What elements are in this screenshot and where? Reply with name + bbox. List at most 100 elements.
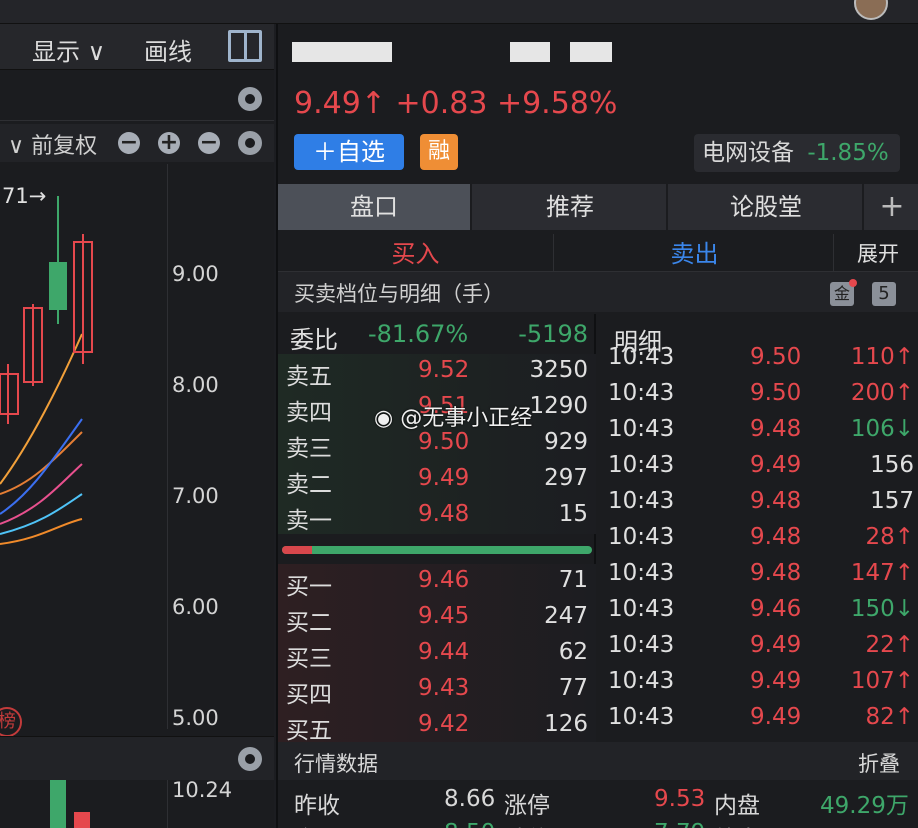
trade-volume: 106↓: [850, 416, 914, 442]
price-line: 9.49↑ +0.83 +9.58%: [294, 86, 618, 121]
buy-level-row[interactable]: 买五 9.42 126: [278, 708, 596, 744]
tab-add[interactable]: +: [866, 184, 918, 230]
gold-icon[interactable]: 金: [830, 279, 857, 306]
fold-button[interactable]: 折叠: [858, 748, 900, 778]
trade-price: 9.50: [750, 344, 802, 370]
buy-price: 9.42: [418, 711, 470, 737]
sell-price: 9.49: [418, 465, 470, 491]
trade-price: 9.48: [750, 524, 802, 550]
buy-label: 买四: [286, 682, 332, 708]
tab-pankou[interactable]: 盘口: [278, 184, 472, 230]
draw-line-menu[interactable]: 画线: [144, 32, 192, 67]
market-data-title: 行情数据: [294, 752, 378, 776]
buy-level-row[interactable]: 买二 9.45 247: [278, 600, 596, 636]
kline-chart[interactable]: [0, 164, 168, 729]
trade-price: 9.49: [750, 632, 802, 658]
buy-vol: 247: [544, 603, 588, 629]
buy-level-row[interactable]: 买四 9.43 77: [278, 672, 596, 708]
y-tick: 6.00: [172, 595, 219, 619]
trade-time: 10:43: [608, 524, 675, 550]
limit-down-value: 7.79: [654, 820, 705, 828]
weibi-pct: -81.67%: [368, 320, 469, 348]
trade-price: 9.49: [750, 668, 802, 694]
minus-circle-icon-2[interactable]: −: [198, 132, 220, 154]
buy-vol: 62: [558, 639, 588, 665]
weibi-row: 委比 -81.67% -5198: [278, 314, 596, 354]
sell-level-row[interactable]: 卖五 9.52 3250: [278, 354, 596, 390]
trade-row: 10:43 9.49 82↑: [598, 702, 918, 738]
tab-forum[interactable]: 论股堂: [670, 184, 864, 230]
trade-price: 9.50: [750, 380, 802, 406]
sell-button[interactable]: 卖出: [556, 234, 834, 272]
kline-svg: [0, 196, 93, 545]
trade-row: 10:43 9.48 28↑: [598, 522, 918, 558]
level-count-icon[interactable]: 5: [872, 282, 896, 306]
chart-annotation: 71→: [2, 184, 47, 208]
expand-button[interactable]: 展开: [836, 234, 918, 272]
trade-row: 10:43 9.49 22↑: [598, 630, 918, 666]
buy-button[interactable]: 买入: [278, 234, 554, 272]
avatar[interactable]: [854, 0, 888, 20]
layout-toggle-icon[interactable]: [228, 30, 262, 62]
buy-level-row[interactable]: 买一 9.46 71: [278, 564, 596, 600]
order-book: 委比 -81.67% -5198 卖五 9.52 3250 卖四 9.51 1290 卖三 9…: [278, 314, 596, 744]
buy-vol: 126: [544, 711, 588, 737]
quote-panel: 9.49↑ +0.83 +9.58% ＋自选 融 电网设备 -1.85% 盘口 …: [276, 24, 918, 828]
plus-circle-icon[interactable]: +: [158, 132, 180, 154]
gear-icon-3[interactable]: [238, 747, 262, 771]
market-data-header: 行情数据 折叠: [278, 742, 918, 780]
sell-vol: 929: [544, 429, 588, 455]
sell-label: 卖一: [286, 508, 332, 534]
trade-row: 10:43 9.49 107↑: [598, 666, 918, 702]
prev-close-value: 8.66: [444, 786, 496, 812]
open-label: 今开: [294, 820, 340, 828]
sell-price: 9.52: [418, 357, 470, 383]
book-section-title: 买卖档位与明细（手）: [294, 282, 504, 306]
trade-volume: 28↑: [865, 524, 914, 550]
sell-vol: 3250: [529, 357, 588, 383]
trade-price: 9.48: [750, 416, 802, 442]
trade-row: 10:43 9.48 147↑: [598, 558, 918, 594]
adjust-select[interactable]: ∨ 前复权: [8, 128, 97, 160]
gear-icon[interactable]: [238, 87, 262, 111]
buy-level-row[interactable]: 买三 9.44 62: [278, 636, 596, 672]
display-menu[interactable]: 显示 ∨: [32, 32, 105, 67]
buy-price: 9.43: [418, 675, 470, 701]
gear-icon-2[interactable]: [238, 131, 262, 155]
adjust-row: ∨ 前复权 − + −: [0, 124, 274, 162]
sell-vol: 297: [544, 465, 588, 491]
trade-detail[interactable]: 明细 10:43 9.50 110↑ 10:43 9.50 200↑ 10:43 9.48 10…: [598, 314, 918, 740]
outer-label: 外盘: [714, 820, 760, 828]
trade-time: 10:43: [608, 668, 675, 694]
buy-vol: 77: [558, 675, 588, 701]
buy-vol: 71: [558, 567, 588, 593]
trade-time: 10:43: [608, 380, 675, 406]
ma-line-pink: [0, 463, 83, 525]
sell-level-row[interactable]: 卖二 9.49 297: [278, 462, 596, 498]
minus-circle-icon[interactable]: −: [118, 132, 140, 154]
buy-sell-bar: 买入 卖出 展开: [278, 234, 918, 272]
adjust-label: 前复权: [31, 134, 98, 159]
buy-label: 买三: [286, 646, 332, 672]
sell-price: 9.50: [418, 429, 470, 455]
sell-label: 卖四: [286, 400, 332, 426]
sub-chart-header: [0, 736, 274, 780]
outer-value: 43.50万: [820, 820, 909, 828]
buy-sell-ratio-bar: [282, 546, 592, 554]
tab-recommend[interactable]: 推荐: [474, 184, 668, 230]
trade-row: 10:43 9.49 156: [598, 450, 918, 486]
market-stats: 昨收 8.66 涨停 9.53 内盘 49.29万 今开 8.50 跌停 7.7…: [278, 780, 918, 828]
sector-link[interactable]: 电网设备 -1.85%: [694, 134, 900, 172]
add-watchlist-button[interactable]: ＋自选: [294, 134, 404, 170]
limit-up-label: 涨停: [504, 793, 550, 819]
trade-price: 9.48: [750, 488, 802, 514]
trade-volume: 156: [870, 452, 914, 478]
candle: [49, 262, 67, 310]
tab-bar: 盘口 推荐 论股堂 +: [278, 184, 918, 230]
trade-time: 10:43: [608, 560, 675, 586]
stock-code-redacted-2: [570, 42, 612, 62]
open-value: 8.50: [444, 820, 495, 828]
sell-level-row[interactable]: 卖一 9.48 15: [278, 498, 596, 534]
y-tick: 8.00: [172, 373, 219, 397]
margin-badge[interactable]: 融: [420, 134, 458, 170]
